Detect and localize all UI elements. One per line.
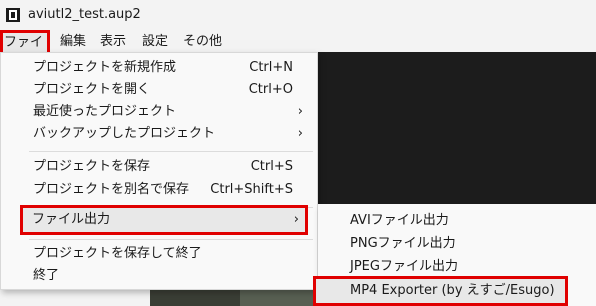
menu-item-backup-projects[interactable]: バックアップしたプロジェクト › bbox=[1, 123, 317, 145]
menu-item-file-export[interactable]: ファイル出力 › bbox=[20, 205, 308, 235]
menu-item-recent-projects[interactable]: 最近使ったプロジェクト › bbox=[1, 101, 317, 123]
preview-area bbox=[318, 52, 596, 210]
submenu-item-avi[interactable]: AVIファイル出力 bbox=[318, 210, 596, 232]
menu-bar: 編集 表示 設定 その他 bbox=[0, 30, 596, 52]
chevron-right-icon: › bbox=[297, 104, 303, 119]
menu-item-new-project[interactable]: プロジェクトを新規作成 Ctrl+N bbox=[1, 57, 317, 79]
menu-settings[interactable]: 設定 bbox=[140, 33, 170, 51]
menu-separator bbox=[29, 151, 313, 152]
title-bar: aviutl2_test.aup2 bbox=[0, 0, 596, 30]
chevron-right-icon: › bbox=[293, 212, 299, 227]
app-film-icon bbox=[6, 8, 20, 22]
submenu-item-jpeg[interactable]: JPEGファイル出力 bbox=[318, 256, 596, 278]
menu-item-save-and-exit[interactable]: プロジェクトを保存して終了 bbox=[1, 243, 317, 265]
menu-item-save-project[interactable]: プロジェクトを保存 Ctrl+S bbox=[1, 156, 317, 178]
window-title: aviutl2_test.aup2 bbox=[28, 7, 141, 22]
submenu-item-png[interactable]: PNGファイル出力 bbox=[318, 233, 596, 255]
menu-item-open-project[interactable]: プロジェクトを開く Ctrl+O bbox=[1, 79, 317, 101]
menu-separator bbox=[29, 239, 313, 240]
menu-other[interactable]: その他 bbox=[181, 33, 224, 51]
menu-view[interactable]: 表示 bbox=[98, 33, 128, 51]
menu-item-exit[interactable]: 終了 bbox=[1, 265, 317, 287]
menu-edit[interactable]: 編集 bbox=[58, 33, 88, 51]
chevron-right-icon: › bbox=[297, 126, 303, 141]
submenu-item-mp4-exporter[interactable]: MP4 Exporter (by えすご/Esugo) bbox=[313, 276, 568, 306]
menu-item-save-as[interactable]: プロジェクトを別名で保存 Ctrl+Shift+S bbox=[1, 179, 317, 201]
file-menu-dropdown: プロジェクトを新規作成 Ctrl+N プロジェクトを開く Ctrl+O 最近使っ… bbox=[0, 52, 318, 290]
